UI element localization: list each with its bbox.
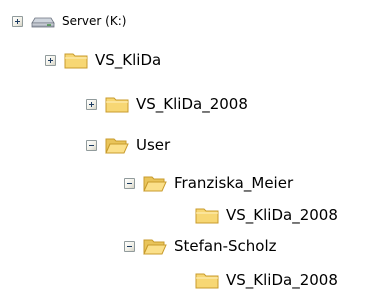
tree-node-label: Server (K:)	[62, 14, 127, 28]
tree-node-label: Franziska_Meier	[174, 174, 294, 192]
expand-button[interactable]	[45, 54, 56, 66]
tree-node-stefan-vs-klida-2008[interactable]: VS_KliDa_2008	[195, 267, 339, 293]
folder-icon	[105, 97, 129, 113]
tree-node-label: VS_KliDa_2008	[136, 95, 248, 113]
folder-icon	[195, 208, 219, 224]
tree-node-stefan-scholz[interactable]: Stefan-Scholz	[124, 233, 278, 259]
tree-node-vs-klida-2008[interactable]: VS_KliDa_2008	[86, 91, 249, 117]
tree-node-franziska-meier[interactable]: Franziska_Meier	[124, 170, 294, 196]
expand-button[interactable]	[86, 98, 97, 110]
folder-icon	[64, 53, 88, 69]
tree-node-franziska-vs-klida-2008[interactable]: VS_KliDa_2008	[195, 202, 339, 228]
tree-node-server[interactable]: Server (K:)	[12, 8, 127, 34]
collapse-button[interactable]	[124, 240, 135, 252]
tree-node-user[interactable]: User	[86, 132, 171, 158]
collapse-button[interactable]	[86, 139, 97, 151]
tree-node-label: VS_KliDa_2008	[226, 206, 338, 224]
folder-icon	[195, 273, 219, 289]
folder-open-icon	[105, 138, 129, 154]
folder-open-icon	[143, 239, 167, 255]
folder-open-icon	[143, 176, 167, 192]
tree-node-vs-klida[interactable]: VS_KliDa	[45, 47, 162, 73]
expand-button[interactable]	[12, 15, 23, 27]
tree-node-label: Stefan-Scholz	[174, 237, 277, 255]
tree-node-label: VS_KliDa	[95, 51, 162, 69]
tree-node-label: User	[136, 136, 171, 154]
collapse-button[interactable]	[124, 177, 135, 189]
tree-node-label: VS_KliDa_2008	[226, 271, 338, 289]
drive-icon	[31, 17, 55, 28]
folder-tree: Server (K:) VS_KliDa VS_KliDa_2008 User	[0, 0, 374, 296]
